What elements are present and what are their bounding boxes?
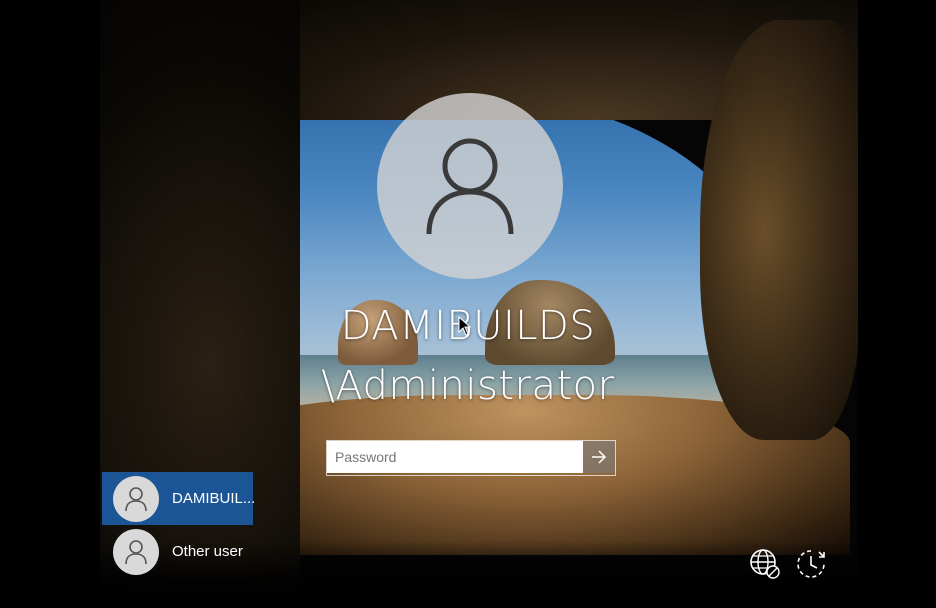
user-item-label: DAMIBUIL...: [172, 490, 256, 507]
avatar: [113, 475, 159, 522]
user-icon: [426, 138, 514, 235]
ease-of-access-icon: [797, 550, 825, 578]
account-avatar: [377, 93, 563, 279]
user-switcher: DAMIBUIL... Other user: [102, 472, 256, 578]
ease-of-access-button[interactable]: [793, 546, 829, 582]
arrow-right-icon: [591, 450, 606, 464]
password-input[interactable]: [327, 441, 583, 473]
network-button[interactable]: [747, 546, 783, 582]
user-icon: [125, 486, 147, 511]
submit-button[interactable]: [582, 441, 615, 473]
user-item-damibuilds[interactable]: DAMIBUIL...: [102, 472, 256, 525]
user-item-other[interactable]: Other user: [102, 525, 253, 578]
avatar: [113, 528, 159, 575]
network-icon: [750, 549, 780, 579]
user-icon: [125, 539, 147, 564]
mouse-cursor-icon: [458, 316, 472, 336]
user-item-label: Other user: [172, 543, 243, 560]
account-name-line2: \Administrator: [321, 363, 615, 409]
password-box: [326, 440, 616, 476]
